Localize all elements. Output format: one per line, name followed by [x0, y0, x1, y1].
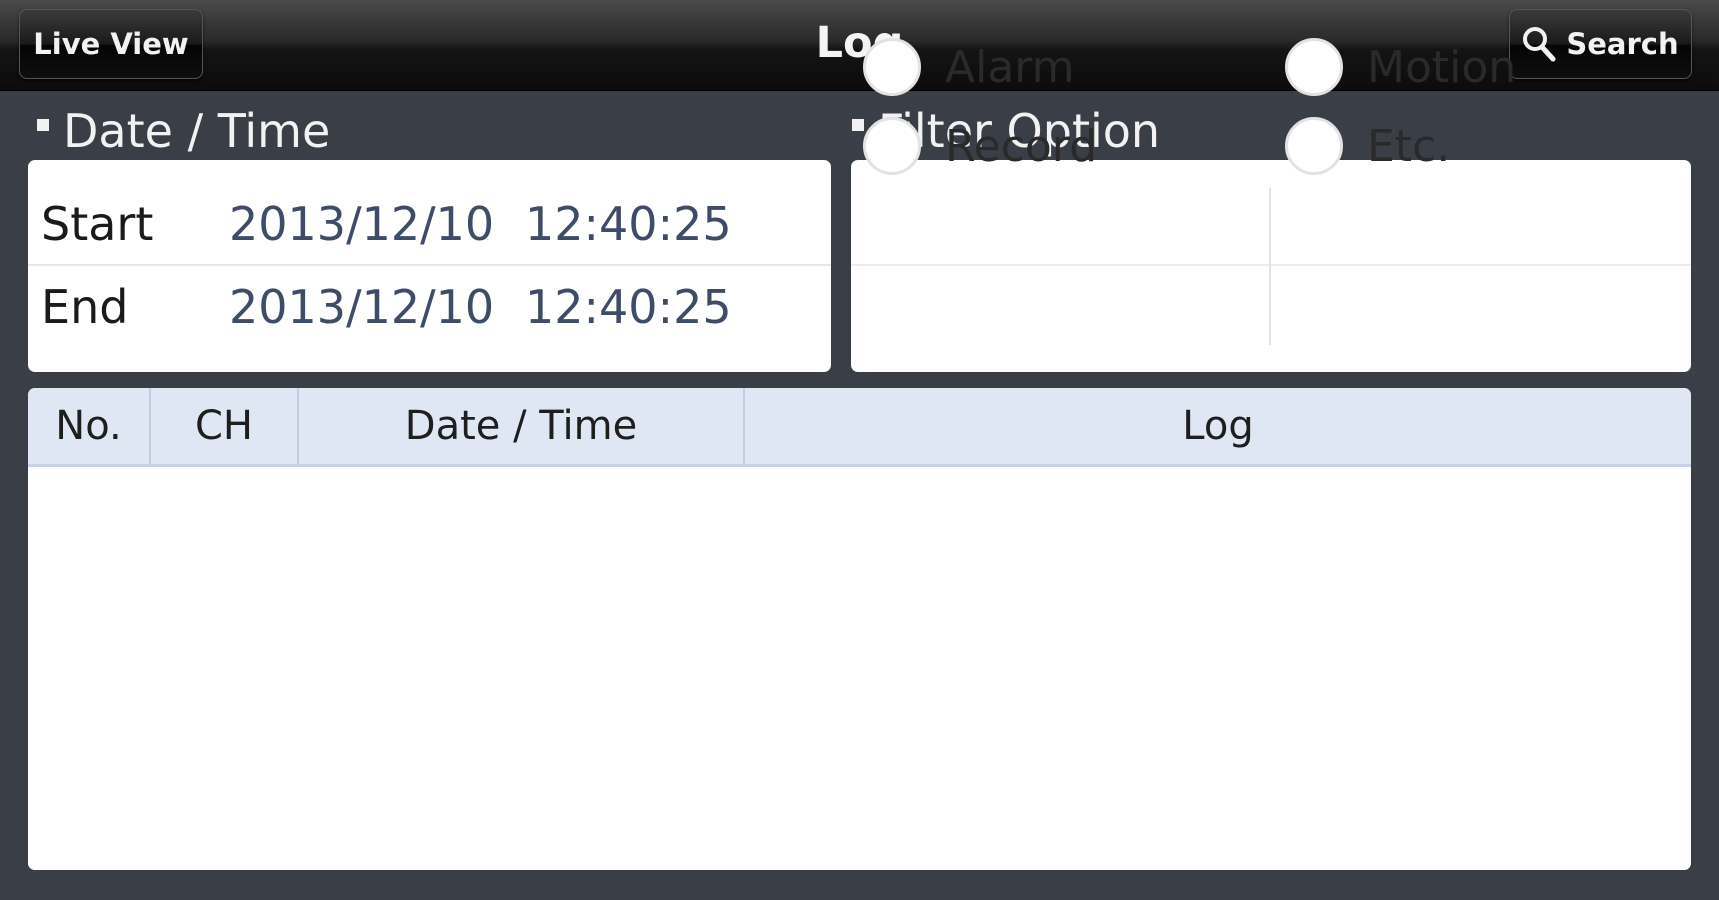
- column-header-no[interactable]: No.: [28, 388, 149, 464]
- divider: [851, 264, 1691, 266]
- end-date-value[interactable]: 2013/12/10: [229, 280, 494, 334]
- filter-record-option[interactable]: Record: [863, 108, 1097, 184]
- record-radio[interactable]: [863, 117, 921, 175]
- end-time-value[interactable]: 12:40:25: [525, 280, 732, 334]
- date-time-section-label: Date / Time: [37, 101, 330, 161]
- search-button[interactable]: Search: [1509, 9, 1692, 79]
- column-header-log[interactable]: Log: [743, 388, 1691, 464]
- alarm-radio[interactable]: [863, 38, 921, 96]
- end-label: End: [41, 280, 129, 334]
- alarm-label: Alarm: [945, 41, 1075, 93]
- filter-etc-option[interactable]: Etc.: [1285, 108, 1450, 184]
- date-time-section-text: Date / Time: [63, 104, 331, 158]
- bullet-icon: [37, 119, 49, 131]
- search-label: Search: [1566, 27, 1679, 61]
- column-header-ch[interactable]: CH: [149, 388, 297, 464]
- motion-radio[interactable]: [1285, 38, 1343, 96]
- motion-label: Motion: [1367, 41, 1517, 93]
- filter-alarm-option[interactable]: Alarm: [863, 29, 1074, 105]
- record-label: Record: [945, 120, 1098, 172]
- filter-motion-option[interactable]: Motion: [1285, 29, 1516, 105]
- filter-option-panel: [851, 160, 1691, 372]
- search-icon: [1523, 27, 1556, 62]
- column-header-date-time[interactable]: Date / Time: [297, 388, 743, 464]
- start-date-value[interactable]: 2013/12/10: [229, 197, 494, 251]
- etc-radio[interactable]: [1285, 117, 1343, 175]
- log-table-body[interactable]: [28, 467, 1691, 870]
- start-label: Start: [41, 197, 154, 251]
- start-datetime-row[interactable]: Start 2013/12/10 12:40:25: [28, 183, 831, 265]
- etc-label: Etc.: [1367, 120, 1451, 172]
- start-time-value[interactable]: 12:40:25: [525, 197, 732, 251]
- log-table: No. CH Date / Time Log: [28, 388, 1691, 870]
- log-table-header: No. CH Date / Time Log: [28, 388, 1691, 467]
- end-datetime-row[interactable]: End 2013/12/10 12:40:25: [28, 266, 831, 348]
- divider: [1269, 188, 1271, 345]
- date-time-panel: Start 2013/12/10 12:40:25 End 2013/12/10…: [28, 160, 831, 372]
